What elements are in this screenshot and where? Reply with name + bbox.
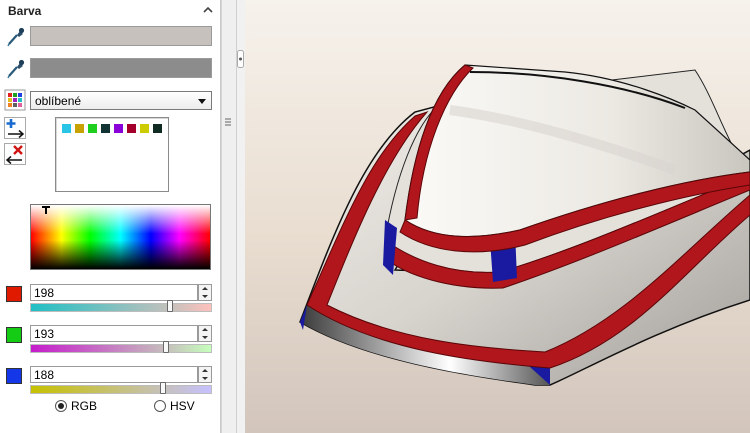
chevron-up-icon[interactable]	[201, 3, 215, 17]
palette-grid-icon[interactable]	[4, 89, 26, 111]
primary-color-swatch[interactable]	[30, 26, 212, 46]
spin-up-icon[interactable]	[199, 326, 211, 333]
hsv-label: HSV	[170, 399, 195, 413]
panel-scrollbar[interactable]	[221, 0, 236, 433]
green-spinner[interactable]	[198, 325, 212, 342]
color-property-panel: Barva oblíbené 198 193 188 RGB HSV	[0, 0, 221, 433]
eyedropper-icon[interactable]	[6, 25, 26, 47]
palette-select[interactable]: oblíbené	[30, 91, 212, 110]
secondary-color-swatch[interactable]	[30, 58, 212, 78]
favorite-swatch[interactable]	[126, 123, 137, 134]
3d-model[interactable]	[245, 0, 750, 433]
blue-channel-swatch	[6, 368, 22, 384]
spin-down-icon[interactable]	[199, 375, 211, 382]
remove-from-favorites-icon[interactable]	[4, 143, 26, 165]
resize-grip-icon[interactable]	[225, 118, 231, 126]
favorite-swatch[interactable]	[87, 123, 98, 134]
green-value-input[interactable]: 193	[30, 325, 198, 342]
red-spinner[interactable]	[198, 284, 212, 301]
favorites-list[interactable]	[55, 117, 169, 192]
palette-select-value: oblíbené	[35, 94, 82, 108]
radio-selected-dot	[58, 403, 64, 409]
blue-slider-thumb[interactable]	[160, 382, 166, 394]
spectrum-crosshair-icon[interactable]	[41, 205, 51, 215]
red-value-input[interactable]: 198	[30, 284, 198, 301]
spin-up-icon[interactable]	[199, 285, 211, 292]
chevron-down-icon	[198, 99, 206, 104]
panel-title: Barva	[8, 4, 42, 18]
green-slider[interactable]	[30, 341, 212, 353]
spin-up-icon[interactable]	[199, 367, 211, 374]
favorite-swatch[interactable]	[74, 123, 85, 134]
blue-value-input[interactable]: 188	[30, 366, 198, 383]
spin-down-icon[interactable]	[199, 293, 211, 300]
blue-spinner[interactable]	[198, 366, 212, 383]
eyedropper-icon[interactable]	[6, 57, 26, 79]
green-slider-thumb[interactable]	[163, 341, 169, 353]
red-slider-thumb[interactable]	[167, 300, 173, 312]
red-channel-swatch	[6, 286, 22, 302]
favorite-swatch[interactable]	[100, 123, 111, 134]
red-slider[interactable]	[30, 300, 212, 312]
spin-down-icon[interactable]	[199, 334, 211, 341]
blue-slider[interactable]	[30, 382, 212, 394]
hsv-radio[interactable]	[154, 400, 166, 412]
favorite-swatch[interactable]	[61, 123, 72, 134]
rgb-radio[interactable]	[55, 400, 67, 412]
green-channel-swatch	[6, 327, 22, 343]
add-to-favorites-icon[interactable]	[4, 117, 26, 139]
color-spectrum-picker[interactable]	[30, 204, 211, 270]
favorite-swatch[interactable]	[152, 123, 163, 134]
favorite-swatch[interactable]	[113, 123, 124, 134]
graphics-viewport[interactable]	[245, 0, 750, 433]
splitter-handle-icon[interactable]	[237, 50, 244, 68]
favorite-swatch[interactable]	[139, 123, 150, 134]
rgb-label: RGB	[71, 399, 98, 413]
